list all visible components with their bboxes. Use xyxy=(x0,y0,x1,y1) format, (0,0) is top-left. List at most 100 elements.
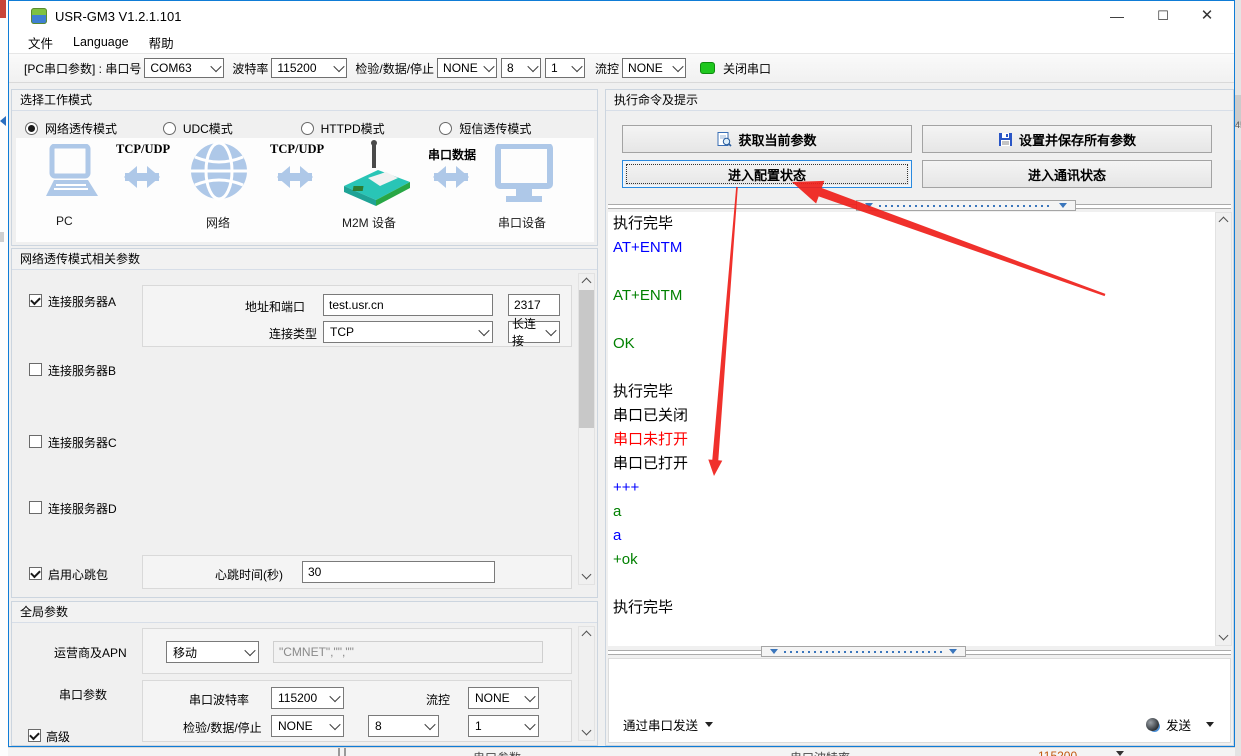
maximize-button[interactable]: ☐ xyxy=(1140,1,1186,31)
flow-select[interactable]: NONE xyxy=(622,58,686,78)
stopbits-select[interactable]: 1 xyxy=(545,58,585,78)
chevron-down-icon xyxy=(545,325,556,336)
workmode-option[interactable]: 短信透传模式 xyxy=(439,120,585,137)
scrollbar-thumb[interactable] xyxy=(579,290,594,428)
collapse-up-icon[interactable] xyxy=(770,649,778,654)
log-line: OK xyxy=(608,332,1216,356)
radio-icon[interactable] xyxy=(163,122,176,135)
net-params-scrollbar[interactable] xyxy=(578,273,595,585)
dropdown-arrow-icon xyxy=(705,722,713,727)
heartbeat-time-label: 心跳时间(秒) xyxy=(215,566,283,583)
server-b-label: 连接服务器B xyxy=(48,362,116,379)
screen: 4H 串口参数 串口波特率 115200 USR-GM3 V1.2.1.101 … xyxy=(0,0,1241,756)
background-window-left-sliver xyxy=(0,0,8,756)
server-a-port-input[interactable] xyxy=(508,294,560,316)
background-gray-fragment xyxy=(0,232,4,242)
workmode-option[interactable]: UDC模式 xyxy=(163,120,301,137)
send-via-label: 通过串口发送 xyxy=(623,715,698,734)
send-via-dropdown[interactable]: 通过串口发送 xyxy=(623,715,713,734)
command-log[interactable]: 执行完毕AT+ENTM AT+ENTM OK 执行完毕串口已关闭串口未打开串口已… xyxy=(608,212,1216,646)
splitter-handle[interactable] xyxy=(856,200,1076,211)
serial-databits-value: 8 xyxy=(375,719,382,733)
serial-flow-select[interactable]: NONE xyxy=(468,687,539,709)
heartbeat-time-input[interactable] xyxy=(302,561,495,583)
server-a-address-input[interactable] xyxy=(323,294,493,316)
keepalive-value: 长连接 xyxy=(512,315,547,349)
log-line: AT+ENTM xyxy=(608,284,1216,308)
parity-select[interactable]: NONE xyxy=(437,58,497,78)
global-params-scrollbar[interactable] xyxy=(578,626,595,741)
menu-item-Language[interactable]: Language xyxy=(64,33,138,51)
workmode-option[interactable]: HTTPD模式 xyxy=(301,120,440,137)
server-d-checkbox[interactable] xyxy=(29,501,42,514)
workmode-option-label: 网络透传模式 xyxy=(45,120,117,137)
serial-stopbits-select[interactable]: 1 xyxy=(468,715,539,737)
com-port-select[interactable]: COM63 xyxy=(144,58,224,78)
background-dropdown-icon xyxy=(1116,751,1124,756)
minimize-button[interactable]: — xyxy=(1094,1,1140,31)
connection-type-select[interactable]: TCP xyxy=(323,321,493,343)
scroll-down-icon[interactable] xyxy=(1216,630,1231,645)
chevron-down-icon xyxy=(478,325,489,336)
serial-device-icon xyxy=(494,144,554,206)
log-line xyxy=(608,572,1216,596)
scroll-up-icon[interactable] xyxy=(1216,213,1231,228)
carrier-select[interactable]: 移动 xyxy=(166,641,259,663)
get-params-button[interactable]: 获取当前参数 xyxy=(622,125,912,153)
send-button[interactable]: 发送 xyxy=(1146,715,1214,734)
close-serial-button[interactable]: 关闭串口 xyxy=(723,60,771,77)
close-button[interactable]: ✕ xyxy=(1184,1,1230,31)
log-scrollbar[interactable] xyxy=(1215,212,1232,646)
collapse-down-icon[interactable] xyxy=(949,649,957,654)
background-fragment xyxy=(344,748,346,756)
server-a-checkbox[interactable] xyxy=(29,294,42,307)
send-label: 发送 xyxy=(1166,715,1191,734)
send-panel[interactable]: 通过串口发送 发送 xyxy=(608,658,1231,743)
app-logo-icon xyxy=(31,8,47,24)
baud-select[interactable]: 115200 xyxy=(271,58,347,78)
diagram-node-label: 串口设备 xyxy=(498,214,546,231)
radio-icon[interactable] xyxy=(301,122,314,135)
radio-icon[interactable] xyxy=(439,122,452,135)
serial-baud-label: 串口波特率 xyxy=(189,691,249,708)
serial-baud-select[interactable]: 115200 xyxy=(271,687,344,709)
global-params-group-title: 全局参数 xyxy=(12,602,597,623)
splitter-handle[interactable] xyxy=(761,646,966,657)
scroll-down-icon[interactable] xyxy=(579,569,594,584)
workmode-option[interactable]: 网络透传模式 xyxy=(25,120,163,137)
command-panel-title: 执行命令及提示 xyxy=(606,90,1233,111)
global-params-group: 全局参数 运营商及APN 移动 串口参数 串口波特率 115200 流控 NON… xyxy=(11,601,598,746)
server-c-label: 连接服务器C xyxy=(48,434,117,451)
collapse-down-icon[interactable] xyxy=(1059,203,1067,208)
radio-icon[interactable] xyxy=(25,122,38,135)
diagram-node-label: PC xyxy=(56,214,73,228)
log-line: 执行完毕 xyxy=(608,596,1216,620)
serial-databits-select[interactable]: 8 xyxy=(368,715,439,737)
databits-value: 8 xyxy=(507,61,514,75)
chevron-down-icon xyxy=(524,719,535,730)
server-c-checkbox[interactable] xyxy=(29,435,42,448)
enter-comm-button[interactable]: 进入通讯状态 xyxy=(922,160,1212,188)
log-line xyxy=(608,308,1216,332)
menu-item-帮助[interactable]: 帮助 xyxy=(140,31,183,54)
save-params-button[interactable]: 设置并保存所有参数 xyxy=(922,125,1212,153)
advanced-checkbox[interactable] xyxy=(28,729,41,742)
menu-item-文件[interactable]: 文件 xyxy=(19,31,62,54)
diagram-node-label: 网络 xyxy=(206,214,230,231)
heartbeat-checkbox[interactable] xyxy=(29,567,42,580)
serial-params-panel: 串口波特率 115200 流控 NONE 检验/数据/停止 NONE 8 1 xyxy=(142,680,572,742)
serial-parity-select[interactable]: NONE xyxy=(271,715,344,737)
scroll-down-icon[interactable] xyxy=(579,725,594,740)
keepalive-select[interactable]: 长连接 xyxy=(508,321,560,343)
enter-comm-label: 进入通讯状态 xyxy=(1028,165,1106,184)
serial-stopbits-value: 1 xyxy=(475,719,482,733)
scroll-up-icon[interactable] xyxy=(579,627,594,642)
enter-config-button[interactable]: 进入配置状态 xyxy=(622,160,912,188)
server-b-checkbox[interactable] xyxy=(29,363,42,376)
databits-select[interactable]: 8 xyxy=(501,58,541,78)
scroll-up-icon[interactable] xyxy=(579,274,594,289)
pc-serial-label: [PC串口参数] : 串口号 xyxy=(24,60,141,77)
title-bar: USR-GM3 V1.2.1.101 — ☐ ✕ xyxy=(9,1,1234,31)
collapse-up-icon[interactable] xyxy=(865,203,873,208)
log-line: a xyxy=(608,500,1216,524)
